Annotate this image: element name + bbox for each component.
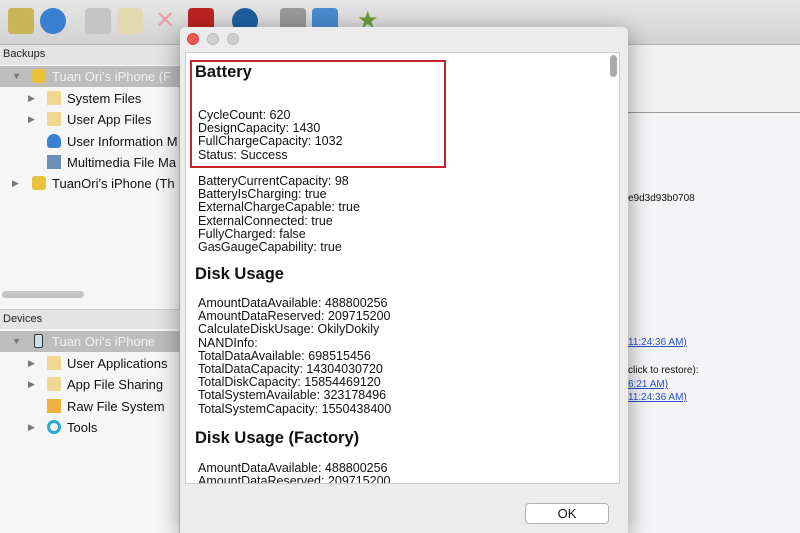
image-icon bbox=[47, 155, 61, 169]
disk-usage-heading: Disk Usage bbox=[195, 265, 284, 283]
clean-icon[interactable] bbox=[117, 8, 143, 34]
info-line: AmountDataReserved: 209715200 bbox=[198, 474, 391, 484]
info-line: FullChargeCapacity: 1032 bbox=[198, 134, 343, 149]
device-item[interactable]: ▶ User Applications bbox=[0, 353, 180, 374]
zoom-button[interactable] bbox=[227, 33, 239, 45]
backup-link[interactable]: 6:21 AM) bbox=[628, 379, 668, 390]
user-icon bbox=[47, 134, 61, 148]
import-folder-icon[interactable] bbox=[8, 8, 34, 34]
database-icon bbox=[32, 69, 46, 83]
info-line: TotalSystemAvailable: 323178496 bbox=[198, 388, 387, 403]
folder-icon bbox=[47, 112, 61, 126]
iphone-icon bbox=[34, 334, 43, 348]
backup-item[interactable]: User Information M bbox=[0, 131, 180, 152]
disk-usage-factory-heading: Disk Usage (Factory) bbox=[195, 429, 360, 447]
folder-icon bbox=[47, 356, 61, 370]
folder-icon bbox=[47, 91, 61, 105]
folder-icon bbox=[47, 377, 61, 391]
device-info-dialog: Battery CycleCount: 620 DesignCapacity: … bbox=[180, 27, 628, 533]
backups-header: Backups bbox=[0, 45, 180, 65]
close-button[interactable] bbox=[187, 33, 199, 45]
backup-item[interactable]: ▼ Tuan Ori's iPhone (F bbox=[0, 66, 180, 87]
refresh-icon[interactable] bbox=[40, 8, 66, 34]
minimize-button[interactable] bbox=[207, 33, 219, 45]
battery-lines: BatteryCurrentCapacity: 98 BatteryIsChar… bbox=[198, 174, 360, 255]
battery-heading: Battery bbox=[195, 63, 252, 81]
info-line: TotalSystemCapacity: 1550438400 bbox=[198, 401, 392, 416]
devices-header: Devices bbox=[0, 309, 180, 329]
backup-item[interactable]: ▶ User App Files bbox=[0, 109, 180, 130]
sidebar: Backups ▼ Tuan Ori's iPhone (F ▶ System Fi… bbox=[0, 45, 180, 533]
device-item[interactable]: ▶ App File Sharing bbox=[0, 374, 180, 395]
disk-usage-factory-lines: AmountDataAvailable: 488800256 AmountDat… bbox=[198, 461, 391, 484]
copy-icon[interactable] bbox=[85, 8, 111, 34]
info-line: ExternalChargeCapable: true bbox=[198, 200, 360, 215]
backup-item[interactable]: Multimedia File Ma bbox=[0, 152, 180, 173]
database-icon bbox=[32, 176, 46, 190]
raw-files-icon bbox=[47, 399, 61, 413]
tools-icon bbox=[47, 420, 61, 434]
battery-highlighted-lines: CycleCount: 620 DesignCapacity: 1430 Ful… bbox=[198, 108, 343, 162]
backup-item[interactable]: ▶ System Files bbox=[0, 88, 180, 109]
info-line: CalculateDiskUsage: OkilyDokily bbox=[198, 322, 380, 337]
device-item[interactable]: ▶ Tools bbox=[0, 417, 180, 438]
horizontal-scrollbar[interactable] bbox=[2, 291, 84, 298]
info-line: ExternalConnected: true bbox=[198, 213, 333, 228]
device-item[interactable]: ▼ Tuan Ori's iPhone bbox=[0, 331, 180, 352]
device-info-panel: e9d3d93b0708 11:24:36 AM) click to resto… bbox=[628, 112, 800, 533]
disk-usage-lines: AmountDataAvailable: 488800256 AmountDat… bbox=[198, 296, 392, 416]
backup-item[interactable]: ▶ TuanOri's iPhone (Th bbox=[0, 173, 180, 194]
backup-link[interactable]: 11:24:36 AM) bbox=[628, 392, 687, 403]
restore-label: click to restore): bbox=[628, 365, 699, 376]
device-hash: e9d3d93b0708 bbox=[628, 193, 695, 204]
device-item[interactable]: Raw File System bbox=[0, 396, 180, 417]
vertical-scrollbar[interactable] bbox=[610, 55, 617, 77]
ok-button[interactable]: OK bbox=[525, 503, 609, 524]
delete-icon[interactable]: ✕ bbox=[155, 8, 181, 34]
info-text-area: Battery CycleCount: 620 DesignCapacity: … bbox=[185, 52, 620, 484]
backup-link[interactable]: 11:24:36 AM) bbox=[628, 337, 687, 348]
info-line: GasGaugeCapability: true bbox=[198, 240, 342, 255]
info-line: NANDInfo: bbox=[198, 335, 258, 350]
info-line: Status: Success bbox=[198, 147, 288, 162]
